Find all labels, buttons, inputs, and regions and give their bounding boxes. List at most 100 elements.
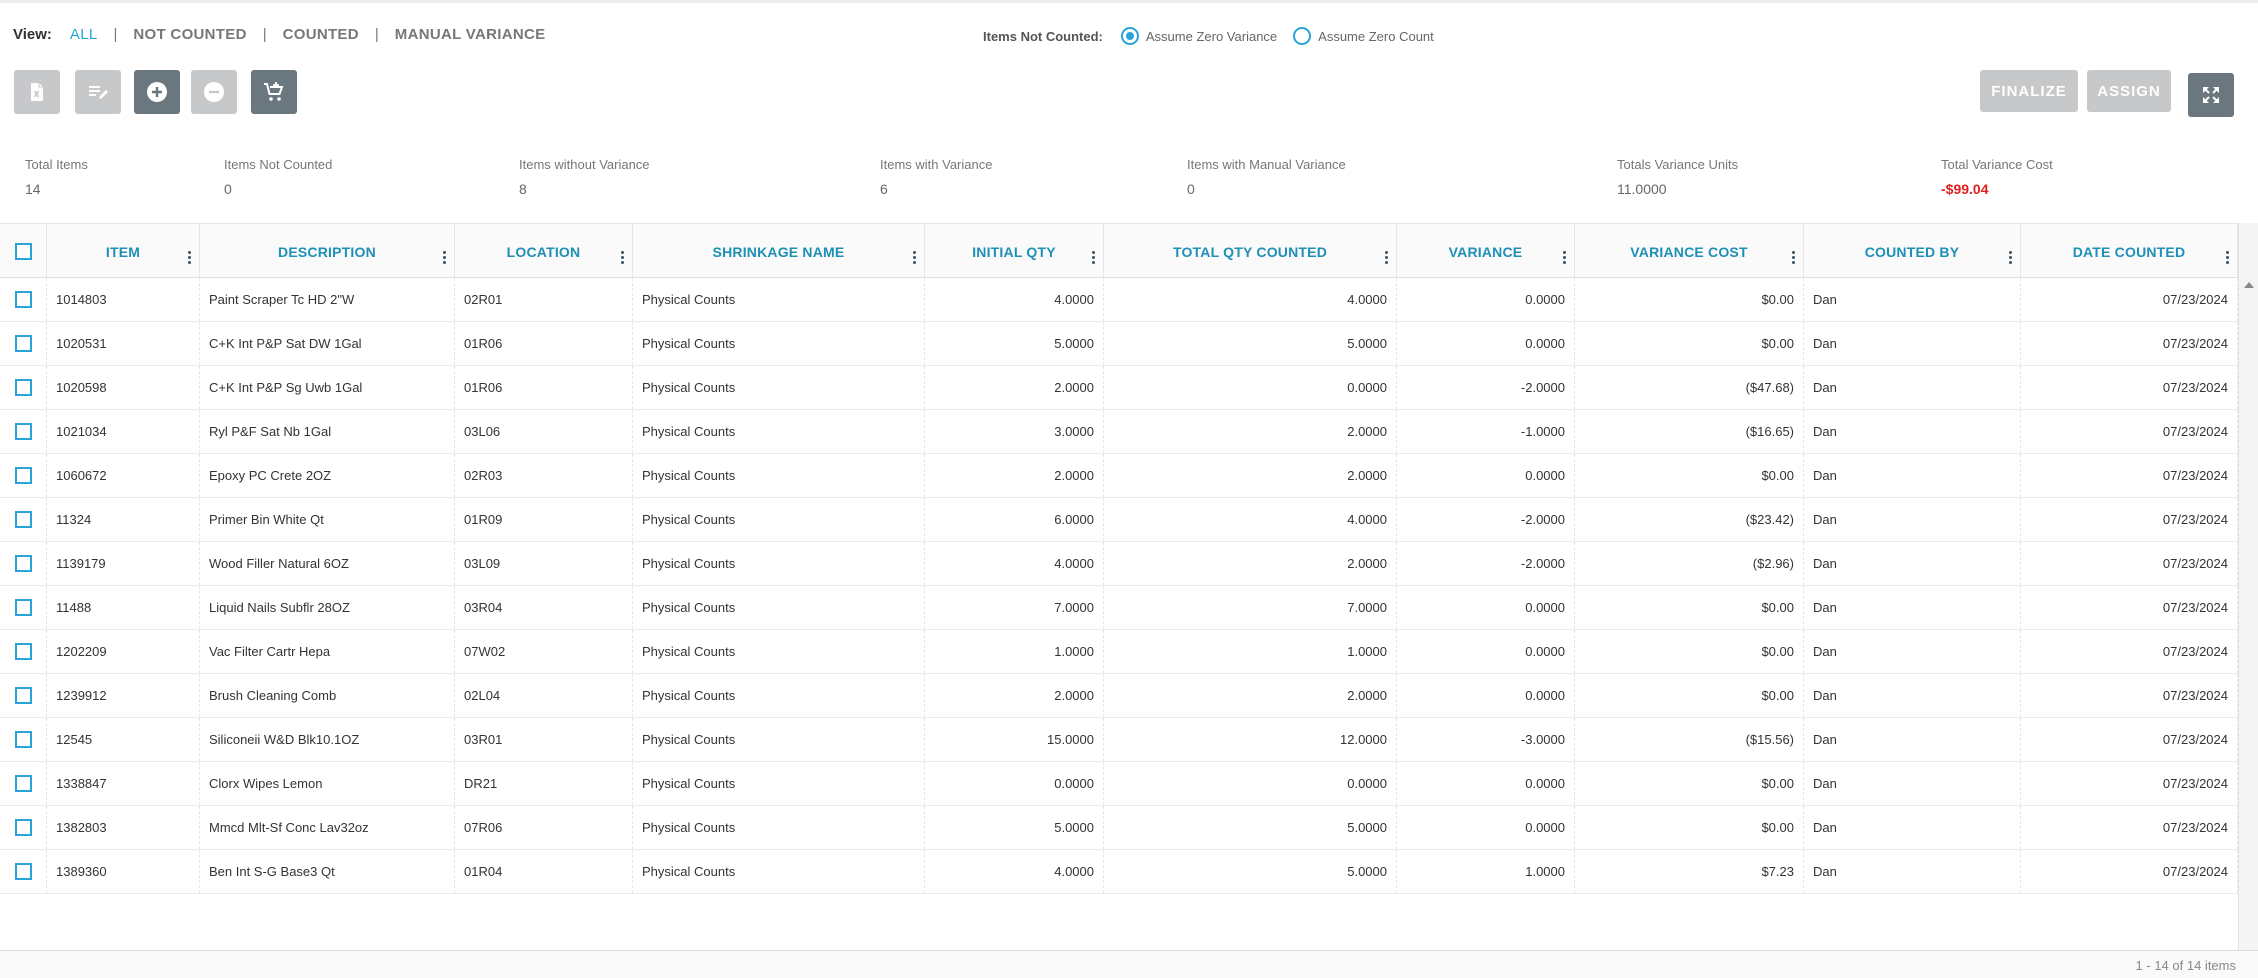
select-all-checkbox[interactable] xyxy=(14,243,32,260)
row-checkbox[interactable] xyxy=(14,731,32,748)
column-menu-icon[interactable] xyxy=(1092,251,1096,267)
cell-variance: 0.0000 xyxy=(1397,630,1575,673)
header-counted-by-label: COUNTED BY xyxy=(1864,243,1960,260)
view-option-not-counted[interactable]: NOT COUNTED xyxy=(133,26,246,43)
cell-item: 1014803 xyxy=(47,278,200,321)
items-with-manual-variance-value: 0 xyxy=(1187,181,1195,197)
header-date-counted[interactable]: DATE COUNTED xyxy=(2021,224,2238,279)
vertical-scrollbar[interactable] xyxy=(2238,223,2258,950)
cell-date-counted: 07/23/2024 xyxy=(2021,718,2238,761)
add-item-button[interactable] xyxy=(134,70,180,114)
header-initial-qty[interactable]: INITIAL QTY xyxy=(925,224,1104,279)
header-shrinkage-name[interactable]: SHRINKAGE NAME xyxy=(633,224,925,279)
header-description[interactable]: DESCRIPTION xyxy=(200,224,455,279)
cell-variance-cost: $0.00 xyxy=(1575,806,1804,849)
cell-variance: -2.0000 xyxy=(1397,498,1575,541)
table-row[interactable]: 1060672 Epoxy PC Crete 2OZ 02R03 Physical C… xyxy=(0,454,2238,498)
view-option-counted[interactable]: COUNTED xyxy=(283,26,359,43)
table-row[interactable]: 1389360 Ben Int S-G Base3 Qt 01R04 Physical… xyxy=(0,850,2238,894)
table-row[interactable]: 11324 Primer Bin White Qt 01R09 Physical Co… xyxy=(0,498,2238,542)
cell-variance-cost: $0.00 xyxy=(1575,630,1804,673)
row-checkbox[interactable] xyxy=(14,599,32,616)
row-checkbox[interactable] xyxy=(14,687,32,704)
assume-zero-variance-radio[interactable]: Assume Zero Variance xyxy=(1120,27,1277,45)
row-checkbox[interactable] xyxy=(14,335,32,352)
edit-list-button[interactable] xyxy=(75,70,121,114)
table-row[interactable]: 11488 Liquid Nails Subflr 28OZ 03R04 Physic… xyxy=(0,586,2238,630)
cell-select xyxy=(0,498,47,541)
items-not-counted-options: Items Not Counted: Assume Zero Variance … xyxy=(983,27,1450,45)
header-variance-cost[interactable]: VARIANCE COST xyxy=(1575,224,1804,279)
cell-variance: -3.0000 xyxy=(1397,718,1575,761)
cell-counted-by: Dan xyxy=(1804,806,2021,849)
remove-item-button[interactable] xyxy=(191,70,237,114)
cell-date-counted: 07/23/2024 xyxy=(2021,630,2238,673)
header-counted-by[interactable]: COUNTED BY xyxy=(1804,224,2021,279)
cell-date-counted: 07/23/2024 xyxy=(2021,542,2238,585)
view-option-all[interactable]: ALL xyxy=(70,26,98,43)
row-checkbox[interactable] xyxy=(14,379,32,396)
row-checkbox[interactable] xyxy=(14,819,32,836)
table-row[interactable]: 1020598 C+K Int P&P Sg Uwb 1Gal 01R06 Physi… xyxy=(0,366,2238,410)
table-row[interactable]: 1021034 Ryl P&F Sat Nb 1Gal 03L06 Physical … xyxy=(0,410,2238,454)
column-menu-icon[interactable] xyxy=(1792,251,1796,267)
table-row[interactable]: 1139179 Wood Filler Natural 6OZ 03L09 Physi… xyxy=(0,542,2238,586)
column-menu-icon[interactable] xyxy=(2009,251,2013,267)
column-menu-icon[interactable] xyxy=(1563,251,1567,267)
assume-zero-count-radio[interactable]: Assume Zero Count xyxy=(1293,27,1434,45)
table-row[interactable]: 1338847 Clorx Wipes Lemon DR21 Physical Cou… xyxy=(0,762,2238,806)
expand-button[interactable] xyxy=(2188,73,2234,117)
header-location[interactable]: LOCATION xyxy=(455,224,633,279)
column-menu-icon[interactable] xyxy=(443,251,447,267)
cell-item: 11488 xyxy=(47,586,200,629)
header-total-qty-counted[interactable]: TOTAL QTY COUNTED xyxy=(1104,224,1397,279)
cell-variance: 0.0000 xyxy=(1397,322,1575,365)
table-row[interactable]: 1020531 C+K Int P&P Sat DW 1Gal 01R06 Physi… xyxy=(0,322,2238,366)
cell-counted-by: Dan xyxy=(1804,674,2021,717)
table-row[interactable]: 1014803 Paint Scraper Tc HD 2"W 02R01 Physi… xyxy=(0,278,2238,322)
cell-item: 11324 xyxy=(47,498,200,541)
cell-initial-qty: 5.0000 xyxy=(925,806,1104,849)
row-checkbox[interactable] xyxy=(14,511,32,528)
finalize-button[interactable]: FINALIZE xyxy=(1980,70,2078,112)
row-checkbox[interactable] xyxy=(14,423,32,440)
radio-selected-icon[interactable] xyxy=(1120,27,1139,45)
header-variance[interactable]: VARIANCE xyxy=(1397,224,1575,279)
cell-variance-cost: $0.00 xyxy=(1575,278,1804,321)
row-checkbox[interactable] xyxy=(14,863,32,880)
row-checkbox[interactable] xyxy=(14,643,32,660)
cell-initial-qty: 2.0000 xyxy=(925,674,1104,717)
cell-item: 1202209 xyxy=(47,630,200,673)
export-excel-button[interactable] xyxy=(14,70,60,114)
header-item[interactable]: ITEM xyxy=(47,224,200,279)
column-menu-icon[interactable] xyxy=(1385,251,1389,267)
cell-select xyxy=(0,454,47,497)
row-checkbox[interactable] xyxy=(14,555,32,572)
items-without-variance-value: 8 xyxy=(519,181,527,197)
view-option-manual-variance[interactable]: MANUAL VARIANCE xyxy=(395,26,546,43)
cell-total-qty-counted: 2.0000 xyxy=(1104,410,1397,453)
scroll-up-arrow-icon[interactable] xyxy=(2244,282,2254,288)
table-row[interactable]: 1239912 Brush Cleaning Comb 02L04 Physical … xyxy=(0,674,2238,718)
column-menu-icon[interactable] xyxy=(2226,251,2230,267)
cell-counted-by: Dan xyxy=(1804,366,2021,409)
row-checkbox[interactable] xyxy=(14,291,32,308)
column-menu-icon[interactable] xyxy=(913,251,917,267)
column-menu-icon[interactable] xyxy=(621,251,625,267)
row-checkbox[interactable] xyxy=(14,467,32,484)
table-row[interactable]: 12545 Siliconeii W&D Blk10.1OZ 03R01 Physic… xyxy=(0,718,2238,762)
table-row[interactable]: 1202209 Vac Filter Cartr Hepa 07W02 Physica… xyxy=(0,630,2238,674)
cell-location: 02L04 xyxy=(455,674,633,717)
cell-select xyxy=(0,366,47,409)
row-checkbox[interactable] xyxy=(14,775,32,792)
cell-shrinkage-name: Physical Counts xyxy=(633,586,925,629)
add-to-cart-button[interactable] xyxy=(251,70,297,114)
column-menu-icon[interactable] xyxy=(188,251,192,267)
pager-info: 1 - 14 of 14 items xyxy=(2135,958,2236,973)
table-row[interactable]: 1382803 Mmcd Mlt-Sf Conc Lav32oz 07R06 Phys… xyxy=(0,806,2238,850)
assign-button[interactable]: ASSIGN xyxy=(2087,70,2171,112)
cell-variance: -1.0000 xyxy=(1397,410,1575,453)
cell-counted-by: Dan xyxy=(1804,322,2021,365)
radio-unselected-icon[interactable] xyxy=(1293,27,1312,45)
cell-date-counted: 07/23/2024 xyxy=(2021,410,2238,453)
